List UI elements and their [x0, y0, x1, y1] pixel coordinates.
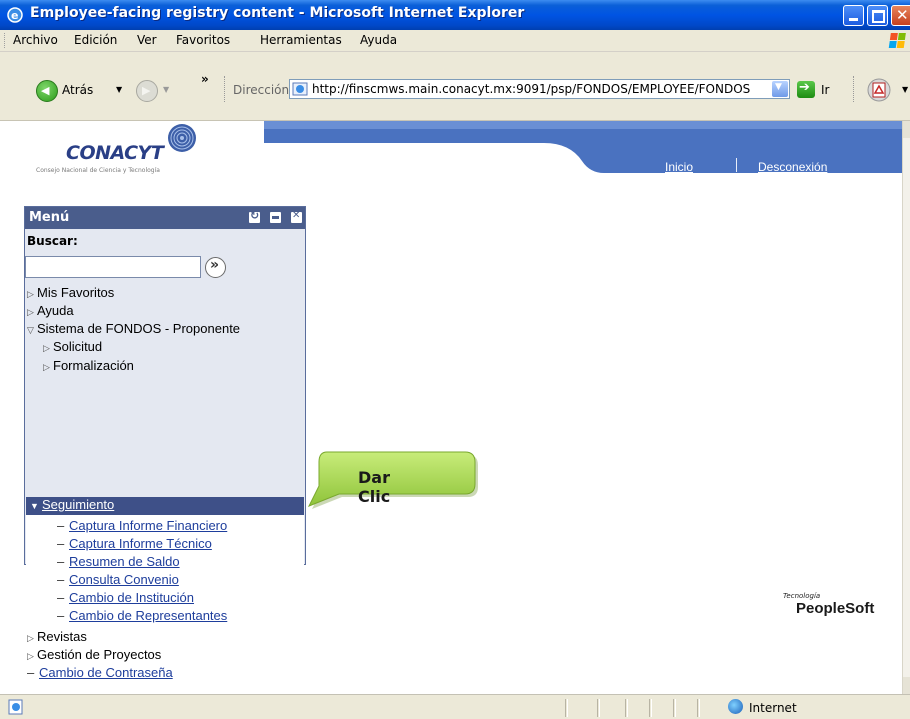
- refresh-icon[interactable]: [249, 209, 260, 223]
- go-button-label[interactable]: Ir: [821, 83, 829, 97]
- pdf-icon[interactable]: [866, 77, 892, 103]
- status-separator: [565, 699, 568, 717]
- close-icon[interactable]: [291, 210, 302, 223]
- menu-item-gestion-de-proyectos[interactable]: ▷ Gestión de Proyectos: [27, 647, 161, 662]
- page-content: CONACYT Consejo Nacional de Ciencia y Te…: [0, 121, 902, 694]
- address-bar[interactable]: http://finscmws.main.conacyt.mx:9091/psp…: [289, 79, 790, 99]
- collapsed-triangle-icon: ▷: [27, 307, 34, 317]
- security-zone-label: Internet: [749, 701, 797, 715]
- back-arrow-icon[interactable]: [36, 80, 58, 102]
- svg-text:e: e: [11, 9, 18, 22]
- search-go-icon[interactable]: [205, 257, 226, 278]
- maximize-button[interactable]: [867, 5, 888, 26]
- collapsed-triangle-icon: ▷: [43, 343, 50, 353]
- collapsed-triangle-icon: ▷: [27, 289, 34, 299]
- toolbar-overflow-icon[interactable]: »: [201, 72, 209, 86]
- search-input[interactable]: [25, 256, 201, 278]
- collapsed-triangle-icon: ▷: [43, 362, 50, 372]
- windows-logo-icon: [888, 33, 906, 48]
- browser-window: e Employee-facing registry content - Mic…: [0, 0, 910, 719]
- header-link-separator: [736, 158, 737, 172]
- status-bar: Internet: [0, 694, 910, 719]
- back-dropdown-icon[interactable]: ▼: [116, 85, 122, 94]
- forward-dropdown-icon[interactable]: ▼: [163, 85, 169, 94]
- menu-edicion[interactable]: Edición: [74, 33, 117, 47]
- search-label: Buscar:: [27, 234, 78, 248]
- menu-item-sistema-fondos[interactable]: ▽ Sistema de FONDOS - Proponente: [27, 321, 240, 336]
- window-title: Employee-facing registry content - Micro…: [30, 5, 525, 21]
- address-label: Dirección: [233, 83, 290, 97]
- menu-link-cambio-de-institucion[interactable]: – Cambio de Institución: [57, 590, 194, 605]
- back-button-label[interactable]: Atrás: [62, 83, 93, 97]
- title-bar: e Employee-facing registry content - Mic…: [0, 0, 910, 30]
- menu-link-captura-informe-financiero[interactable]: – Captura Informe Financiero: [57, 518, 227, 533]
- menu-title: Menú: [29, 210, 70, 225]
- menu-item-seguimiento[interactable]: ▼ Seguimiento: [26, 497, 304, 515]
- peoplesoft-tagline: Tecnología: [783, 592, 821, 600]
- callout-text: Dar Clic: [358, 468, 391, 506]
- status-separator: [649, 699, 652, 717]
- status-separator: [597, 699, 600, 717]
- inicio-link[interactable]: Inicio: [665, 160, 693, 174]
- menu-header: Menú: [25, 207, 305, 229]
- menu-favoritos[interactable]: Favoritos: [176, 33, 230, 47]
- callout-shape: [307, 451, 478, 509]
- menu-herramientas[interactable]: Herramientas: [260, 33, 342, 47]
- menu-link-consulta-convenio[interactable]: – Consulta Convenio: [57, 572, 179, 587]
- go-arrow-icon[interactable]: [797, 80, 815, 98]
- close-button[interactable]: [891, 5, 910, 26]
- expanded-triangle-icon: ▽: [27, 325, 34, 335]
- menubar-grip: [4, 33, 8, 48]
- menu-item-revistas[interactable]: ▷ Revistas: [27, 629, 87, 644]
- page-status-icon: [8, 699, 23, 715]
- menu-ayuda[interactable]: Ayuda: [360, 33, 397, 47]
- ie-icon: e: [7, 7, 23, 23]
- menu-item-solicitud[interactable]: ▷ Solicitud: [43, 339, 102, 354]
- menu-link-cambio-de-contrasena[interactable]: – Cambio de Contraseña: [27, 665, 173, 680]
- status-separator: [625, 699, 628, 717]
- address-url[interactable]: http://finscmws.main.conacyt.mx:9091/psp…: [312, 82, 767, 96]
- menu-item-ayuda[interactable]: ▷ Ayuda: [27, 303, 74, 318]
- expanded-triangle-icon: ▼: [30, 501, 39, 511]
- toolbar: Atrás ▼ ▼ » Dirección http://finscmws.ma…: [0, 52, 910, 121]
- toolbar-separator: [224, 76, 227, 102]
- globe-icon: [168, 124, 196, 152]
- minimize-button[interactable]: [843, 5, 864, 26]
- minimize-icon[interactable]: [270, 212, 281, 223]
- peoplesoft-logo: PeopleSoft: [796, 600, 875, 617]
- forward-arrow-icon[interactable]: [136, 80, 158, 102]
- toolbar-separator: [853, 76, 856, 102]
- menu-link-cambio-de-representantes[interactable]: – Cambio de Representantes: [57, 608, 227, 623]
- menu-item-mis-favoritos[interactable]: ▷ Mis Favoritos: [27, 285, 114, 300]
- menu-link-resumen-de-saldo[interactable]: – Resumen de Saldo: [57, 554, 180, 569]
- scroll-down-icon[interactable]: [903, 677, 910, 694]
- status-separator: [697, 699, 700, 717]
- desconexion-link[interactable]: Desconexión: [758, 160, 827, 174]
- internet-zone-icon: [728, 699, 743, 714]
- page-icon: [292, 82, 308, 96]
- menu-link-captura-informe-tecnico[interactable]: – Captura Informe Técnico: [57, 536, 212, 551]
- brand-subtitle: Consejo Nacional de Ciencia y Tecnología: [36, 167, 160, 174]
- vertical-scrollbar[interactable]: [902, 121, 910, 694]
- menu-bar: Archivo Edición Ver Favoritos Herramient…: [0, 30, 910, 52]
- brand-name: CONACYT: [66, 142, 164, 164]
- collapsed-triangle-icon: ▷: [27, 651, 34, 661]
- status-separator: [673, 699, 676, 717]
- collapsed-triangle-icon: ▷: [27, 633, 34, 643]
- address-dropdown-icon[interactable]: [772, 81, 788, 97]
- navigation-menu: Menú Buscar: ▷Mis Favoritos ▷Ayuda ▽Sist…: [24, 206, 306, 680]
- menu-ver[interactable]: Ver: [137, 33, 157, 47]
- scroll-up-icon[interactable]: [903, 121, 910, 138]
- pdf-dropdown-icon[interactable]: ▼: [902, 85, 908, 94]
- menu-archivo[interactable]: Archivo: [13, 33, 58, 47]
- menu-item-formalizacion[interactable]: ▷ Formalización: [43, 358, 134, 373]
